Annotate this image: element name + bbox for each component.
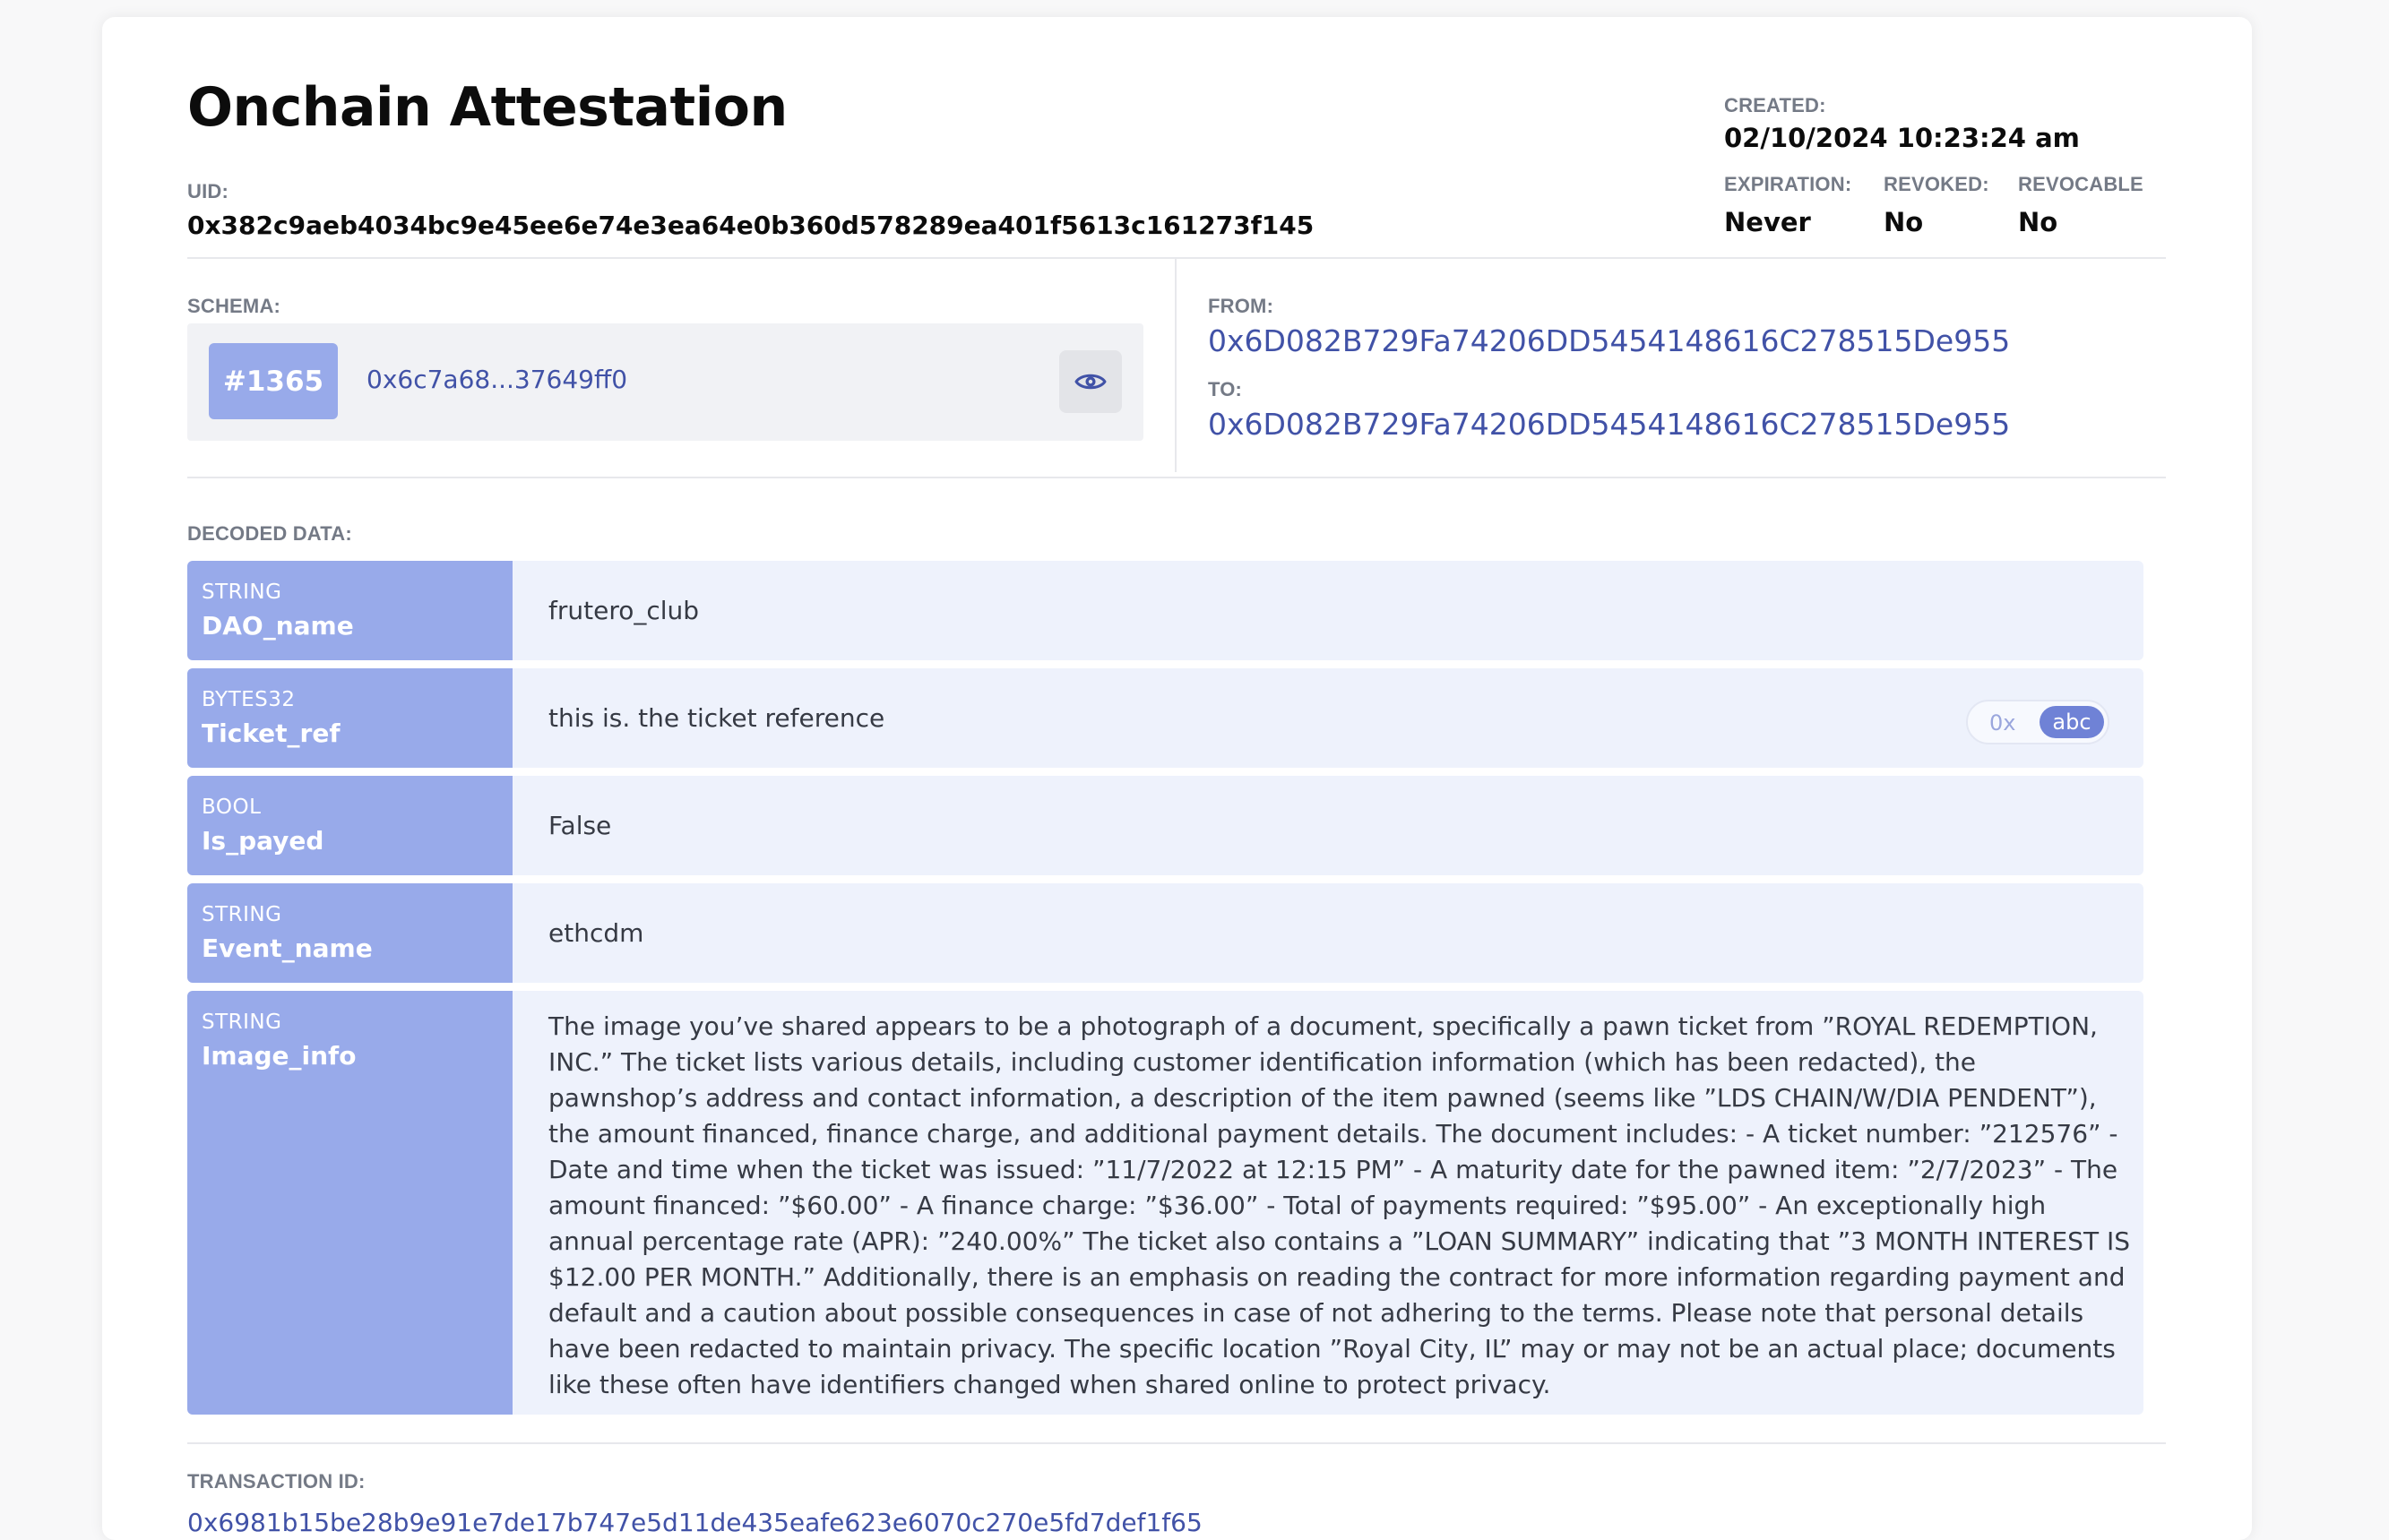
field-value-text: frutero_club [548, 596, 700, 625]
revocable-label: REVOCABLE [2018, 173, 2143, 195]
from-address-link[interactable]: 0x6D082B729Fa74206DD5454148616C278515De9… [1208, 323, 2010, 358]
format-toggle[interactable]: 0x abc [1966, 700, 2109, 744]
field-key: STRING Event_name [187, 883, 513, 983]
divider [187, 257, 2166, 259]
vertical-divider [1175, 259, 1177, 472]
field-name: DAO_name [202, 611, 354, 641]
field-key: BYTES32 Ticket_ref [187, 668, 513, 768]
field-value-text: The image you’ve shared appears to be a … [548, 1011, 2130, 1399]
field-name: Ticket_ref [202, 718, 341, 748]
field-value: this is. the ticket reference 0x abc [513, 668, 2143, 768]
eye-icon [1074, 374, 1107, 390]
divider [187, 477, 2166, 478]
decoded-data-label: DECODED DATA: [187, 522, 352, 545]
field-type: STRING [202, 903, 282, 926]
to-label: TO: [1208, 378, 1243, 400]
decoded-row-is-payed: BOOL Is_payed False [187, 776, 2143, 875]
expiration-field: EXPIRATION: Never [1724, 173, 1851, 237]
field-key: BOOL Is_payed [187, 776, 513, 875]
expiration-label: EXPIRATION: [1724, 173, 1852, 195]
field-type: STRING [202, 1011, 282, 1034]
schema-label: SCHEMA: [187, 295, 281, 317]
divider [187, 1442, 2166, 1444]
field-value-text: this is. the ticket reference [548, 703, 885, 733]
to-address-link[interactable]: 0x6D082B729Fa74206DD5454148616C278515De9… [1208, 407, 2010, 442]
toggle-hex-option[interactable]: 0x [1989, 710, 2015, 736]
revoked-value: No [1884, 207, 1924, 237]
schema-card: #1365 0x6c7a68...37649ff0 [187, 323, 1143, 441]
attestation-card: Onchain Attestation UID: 0x382c9aeb4034b… [102, 17, 2252, 1540]
field-type: STRING [202, 581, 282, 604]
field-name: Event_name [202, 933, 373, 963]
field-name: Image_info [202, 1041, 357, 1071]
toggle-text-option[interactable]: abc [2040, 706, 2104, 738]
transaction-id-link[interactable]: 0x6981b15be28b9e91e7de17b747e5d11de435ea… [187, 1508, 1203, 1537]
field-value: frutero_club [513, 561, 2143, 660]
from-label: FROM: [1208, 295, 1274, 317]
field-key: STRING DAO_name [187, 561, 513, 660]
field-value: False [513, 776, 2143, 875]
revocable-field: REVOCABLE No [2018, 173, 2143, 237]
field-value: The image you’ve shared appears to be a … [513, 991, 2143, 1415]
decoded-row-event-name: STRING Event_name ethcdm [187, 883, 2143, 983]
created-value: 02/10/2024 10:23:24 am [1724, 123, 2080, 153]
page-title: Onchain Attestation [187, 76, 788, 139]
decoded-row-ticket-ref: BYTES32 Ticket_ref this is. the ticket r… [187, 668, 2143, 768]
field-type: BOOL [202, 796, 262, 819]
expiration-value: Never [1724, 207, 1811, 237]
revoked-field: REVOKED: No [1884, 173, 1989, 237]
uid-value[interactable]: 0x382c9aeb4034bc9e45ee6e74e3ea64e0b360d5… [187, 211, 1314, 240]
transaction-id-label: TRANSACTION ID: [187, 1470, 366, 1493]
field-type: BYTES32 [202, 688, 296, 711]
decoded-data-table: STRING DAO_name frutero_club BYTES32 Tic… [187, 561, 2143, 1423]
view-schema-button[interactable] [1059, 350, 1122, 413]
decoded-row-dao-name: STRING DAO_name frutero_club [187, 561, 2143, 660]
field-value-text: False [548, 811, 612, 840]
uid-label: UID: [187, 180, 229, 202]
schema-address-link[interactable]: 0x6c7a68...37649ff0 [367, 365, 627, 394]
field-name: Is_payed [202, 826, 324, 856]
field-key: STRING Image_info [187, 991, 513, 1415]
field-value-text: ethcdm [548, 918, 644, 948]
field-value: ethcdm [513, 883, 2143, 983]
schema-id-badge[interactable]: #1365 [209, 343, 338, 419]
revoked-label: REVOKED: [1884, 173, 1989, 195]
revocable-value: No [2018, 207, 2058, 237]
created-label: CREATED: [1724, 94, 1826, 116]
decoded-row-image-info: STRING Image_info The image you’ve share… [187, 991, 2143, 1415]
